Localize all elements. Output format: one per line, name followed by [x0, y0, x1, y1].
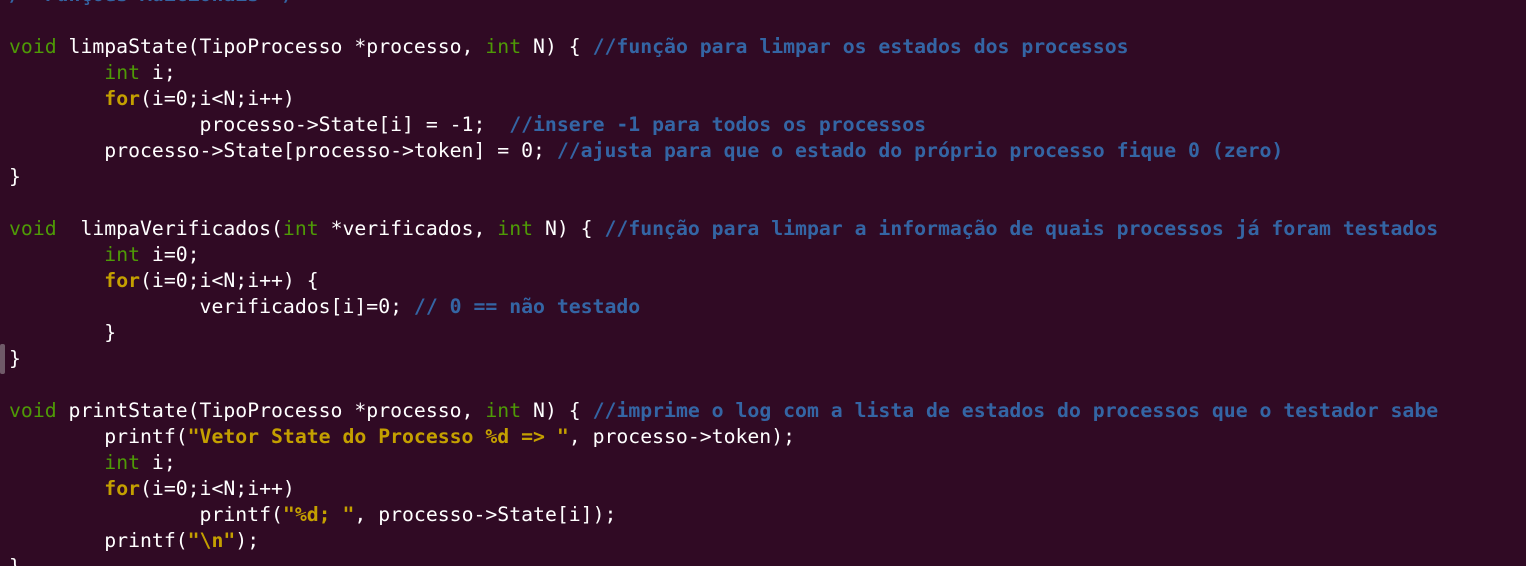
code-token: *verificados, [318, 217, 498, 240]
code-token: printState(TipoProcesso *processo, [56, 399, 486, 422]
code-line: printf("\n"); [9, 528, 1438, 554]
comment-token: // 0 == não testado [413, 295, 641, 318]
code-token: processo->State[processo->token] = 0; [9, 139, 557, 162]
comment-token: /* Funções Adicionais */ [9, 0, 295, 6]
code-token: } [9, 165, 21, 188]
code-token: (i=0;i<N;i++) { [140, 269, 319, 292]
code-line: int i=0; [9, 242, 1438, 268]
string-token: "Vetor State do Processo %d => " [187, 425, 569, 448]
type-token: int [104, 243, 141, 266]
code-line: printf("%d; ", processo->State[i]); [9, 502, 1438, 528]
terminal-editor[interactable]: /* Funções Adicionais */ void limpaState(… [0, 0, 1526, 566]
code-token: , processo->State[i]); [354, 503, 617, 526]
code-token: N) { [521, 35, 593, 58]
code-token: printf( [9, 425, 188, 448]
code-line: /* Funções Adicionais */ [9, 0, 1438, 8]
code-line: processo->State[i] = -1; //insere -1 par… [9, 112, 1438, 138]
code-line: } [9, 164, 1438, 190]
code-line: for(i=0;i<N;i++) { [9, 268, 1438, 294]
code-token: limpaVerificados( [56, 217, 283, 240]
type-token: int [485, 35, 522, 58]
code-line: printf("Vetor State do Processo %d => ",… [9, 424, 1438, 450]
code-token: , processo->token); [568, 425, 796, 448]
code-line: void limpaVerificados(int *verificados, … [9, 216, 1438, 242]
code-token: i; [140, 61, 176, 84]
code-token: ); [235, 529, 260, 552]
code-line: verificados[i]=0; // 0 == não testado [9, 294, 1438, 320]
code-token: printf( [9, 503, 283, 526]
code-line: for(i=0;i<N;i++) [9, 476, 1438, 502]
scrollbar-thumb[interactable] [0, 344, 5, 374]
keyword-token: for [104, 87, 141, 110]
comment-token: //insere -1 para todos os processos [509, 113, 927, 136]
type-token: int [104, 451, 141, 474]
type-token: int [104, 61, 141, 84]
code-line: } [9, 320, 1438, 346]
code-token: } [9, 347, 21, 370]
code-token: limpaState(TipoProcesso *processo, [56, 35, 486, 58]
code-token: } [9, 321, 117, 344]
code-token: } [9, 555, 21, 566]
type-token: void [9, 217, 57, 240]
comment-token: //imprime o log com a lista de estados d… [592, 399, 1439, 422]
comment-token: //função para limpar os estados dos proc… [592, 35, 1129, 58]
code-area[interactable]: /* Funções Adicionais */ void limpaState(… [9, 0, 1438, 566]
code-line: void printState(TipoProcesso *processo, … [9, 398, 1438, 424]
code-line: for(i=0;i<N;i++) [9, 86, 1438, 112]
code-line: processo->State[processo->token] = 0; //… [9, 138, 1438, 164]
code-token: verificados[i]=0; [9, 295, 414, 318]
code-line: void limpaState(TipoProcesso *processo, … [9, 34, 1438, 60]
code-token: processo->State[i] = -1; [9, 113, 510, 136]
code-token: printf( [9, 529, 188, 552]
type-token: int [485, 399, 522, 422]
string-token: "\n" [187, 529, 236, 552]
code-token: N) { [533, 217, 605, 240]
type-token: void [9, 35, 57, 58]
code-line: } [9, 346, 1438, 372]
code-token: N) { [521, 399, 593, 422]
type-token: int [497, 217, 534, 240]
code-line: } [9, 554, 1438, 566]
keyword-token: for [104, 477, 141, 500]
code-token: i=0; [140, 243, 200, 266]
code-line: int i; [9, 450, 1438, 476]
type-token: int [282, 217, 319, 240]
code-token: (i=0;i<N;i++) [140, 87, 295, 110]
keyword-token: for [104, 269, 141, 292]
code-line: int i; [9, 60, 1438, 86]
type-token: void [9, 399, 57, 422]
code-token: (i=0;i<N;i++) [140, 477, 295, 500]
comment-token: //função para limpar a informação de qua… [604, 217, 1439, 240]
code-token: i; [140, 451, 176, 474]
string-token: "%d; " [282, 503, 355, 526]
comment-token: //ajusta para que o estado do próprio pr… [556, 139, 1284, 162]
